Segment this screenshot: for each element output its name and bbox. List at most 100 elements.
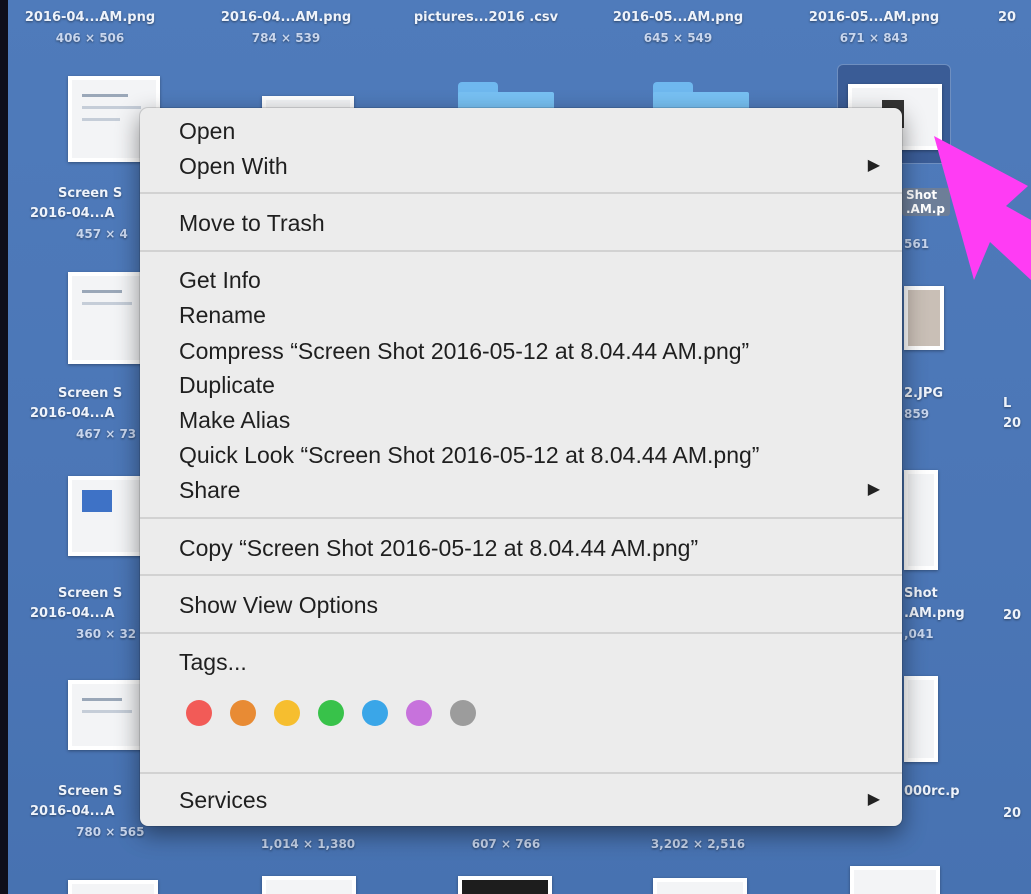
file-name: L [1003,396,1012,411]
menu-item-label: Share [179,477,241,503]
desktop-file[interactable]: 2016-04...AM.png 784 × 539 [216,8,356,48]
dark-image-thumbnail[interactable] [458,876,552,894]
file-name: 2016-04...AM.png [24,10,156,25]
menu-item-label: Show View Options [179,592,379,618]
menu-item-label: Duplicate [179,372,275,398]
desktop-file[interactable]: Screen S 2016-04...A 360 × 32 [30,584,150,644]
file-dimensions: 457 × 4 [76,227,128,241]
menu-item-share[interactable]: Share ▶ [140,473,902,507]
menu-item-open[interactable]: Open [140,114,902,148]
menu-item-quick-look[interactable]: Quick Look “Screen Shot 2016-05-12 at 8.… [140,438,902,472]
submenu-arrow-icon: ▶ [867,481,880,498]
file-name: Screen S [58,386,123,401]
photo-thumbnail[interactable] [904,286,944,350]
menu-item-label: Services [179,787,268,813]
menu-item-label: Compress “Screen Shot 2016-05-12 at 8.04… [179,338,750,364]
menu-item-get-info[interactable]: Get Info [140,263,902,297]
desktop-file[interactable]: 2.JPG 859 [904,384,974,424]
screenshot-thumbnail[interactable] [68,880,158,894]
file-name: Screen S [58,586,123,601]
desktop-file[interactable]: 000rc.p [904,782,994,802]
file-name: Screen S [58,186,123,201]
file-name: 20 [1003,806,1022,821]
context-menu[interactable]: Open Open With ▶ Move to Trash Get Info … [140,108,902,826]
menu-item-open-with[interactable]: Open With ▶ [140,149,902,183]
menu-separator [140,517,902,519]
desktop-file[interactable]: 2016-05...AM.png 671 × 843 [804,8,944,48]
file-name: 2016-04...AM.png [220,10,352,25]
file-dimensions: 859 [904,407,930,421]
screenshot-thumbnail[interactable] [262,876,356,894]
menu-separator [140,192,902,194]
file-name: 2016-04...A [30,406,115,421]
desktop-file[interactable]: 20 [998,8,1031,28]
file-name: pictures...2016 .csv [413,10,559,25]
desktop-file[interactable]: 3,202 × 2,516 [628,834,768,854]
menu-item-rename[interactable]: Rename [140,298,902,332]
menu-separator [140,772,902,774]
desktop-file[interactable]: 2016-04...AM.png 406 × 506 [20,8,160,48]
tag-red-dot[interactable] [186,700,212,726]
screenshot-thumbnail[interactable] [850,866,940,894]
tag-yellow-dot[interactable] [274,700,300,726]
tag-orange-dot[interactable] [230,700,256,726]
document-thumbnail[interactable] [653,878,747,894]
desktop-file[interactable]: 607 × 766 [436,834,576,854]
desktop-file[interactable]: 20 [1003,804,1031,824]
desktop-file[interactable]: pictures...2016 .csv [406,8,566,28]
menu-item-label: Quick Look “Screen Shot 2016-05-12 at 8.… [179,442,760,468]
file-dimensions: 3,202 × 2,516 [650,837,746,851]
desktop-file[interactable]: 1,014 × 1,380 [238,834,378,854]
screenshot-thumbnail[interactable] [904,470,938,570]
menu-item-tags[interactable]: Tags... [140,645,902,679]
file-name: 20 [998,10,1017,25]
tag-gray-dot[interactable] [450,700,476,726]
screen-bezel [0,0,8,894]
menu-item-label: Copy “Screen Shot 2016-05-12 at 8.04.44 … [179,535,699,561]
menu-item-label: Make Alias [179,407,291,433]
desktop-file[interactable]: Screen S 2016-04...A 467 × 73 [30,384,150,444]
menu-separator [140,250,902,252]
desktop-file[interactable]: 2016-05...AM.png 645 × 549 [608,8,748,48]
tag-green-dot[interactable] [318,700,344,726]
file-dimensions: 671 × 843 [839,31,909,45]
desktop-file[interactable]: Shot .AM.png ,041 [904,584,974,644]
desktop-file[interactable]: Screen S 2016-04...A 457 × 4 [30,184,150,244]
file-dimensions: 406 × 506 [55,31,125,45]
file-name: .AM.png [904,606,965,621]
file-name: 2016-04...A [30,606,115,621]
file-dimensions: 360 × 32 [76,627,137,641]
desktop-file[interactable]: L 20 [1003,394,1031,434]
menu-item-label: Rename [179,302,266,328]
menu-item-show-view-options[interactable]: Show View Options [140,588,902,622]
file-dimensions: 607 × 766 [471,837,541,851]
document-thumbnail[interactable] [904,676,938,762]
screenshot-thumbnail[interactable] [68,680,148,750]
desktop-file[interactable]: 20 [1003,606,1031,626]
tag-purple-dot[interactable] [406,700,432,726]
menu-item-duplicate[interactable]: Duplicate [140,368,902,402]
screenshot-thumbnail[interactable] [68,476,148,556]
menu-item-copy[interactable]: Copy “Screen Shot 2016-05-12 at 8.04.44 … [140,531,902,565]
menu-separator [140,574,902,576]
file-dimensions: 784 × 539 [251,31,321,45]
menu-item-services[interactable]: Services ▶ [140,783,902,817]
file-name: Shot [904,586,938,601]
file-name: 20 [1003,608,1022,623]
annotation-arrow-icon [934,136,1031,280]
menu-item-label: Open [179,118,236,144]
menu-item-make-alias[interactable]: Make Alias [140,403,902,437]
menu-item-label: Tags... [179,649,247,675]
file-name: 000rc.p [904,784,960,799]
menu-item-move-to-trash[interactable]: Move to Trash [140,206,902,240]
menu-item-label: Move to Trash [179,210,325,236]
submenu-arrow-icon: ▶ [867,791,880,808]
menu-item-compress[interactable]: Compress “Screen Shot 2016-05-12 at 8.04… [140,334,902,368]
tag-blue-dot[interactable] [362,700,388,726]
screenshot-thumbnail[interactable] [68,272,148,364]
menu-item-label: Open With [179,153,288,179]
submenu-arrow-icon: ▶ [867,157,880,174]
file-dimensions: 467 × 73 [76,427,137,441]
file-dimensions: 645 × 549 [643,31,713,45]
file-name: 2016-05...AM.png [808,10,940,25]
